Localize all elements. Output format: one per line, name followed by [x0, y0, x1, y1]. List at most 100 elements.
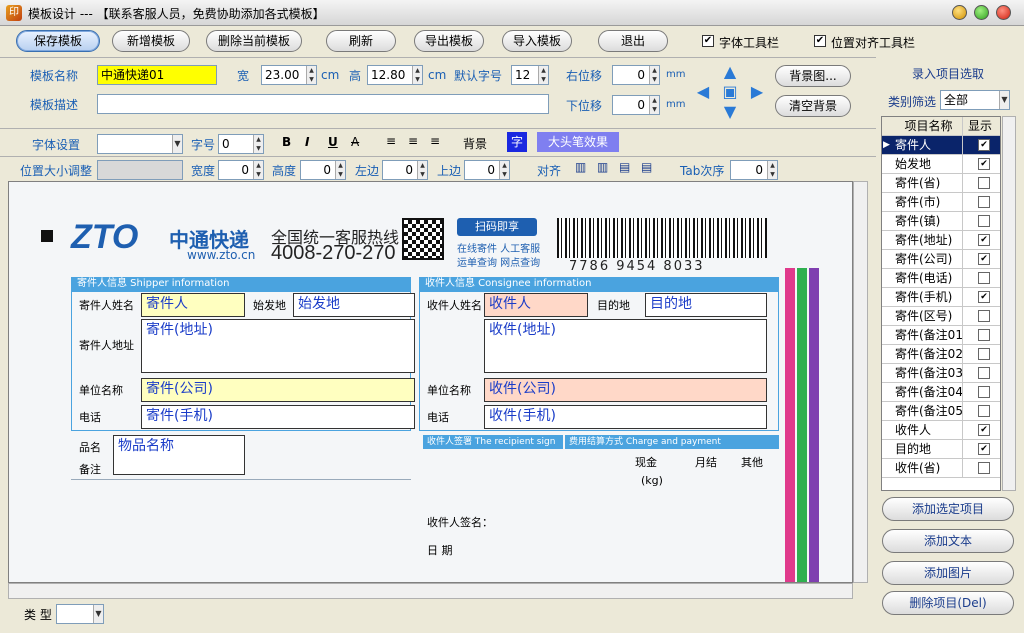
dropdown-arrow-icon[interactable]: ▼ — [172, 135, 182, 153]
grid-row[interactable]: 寄件(备注03) — [882, 364, 1000, 383]
grid-row-show-checkbox[interactable] — [978, 329, 990, 341]
spin-arrows-icon[interactable]: ▲ ▼ — [649, 66, 659, 84]
align-left-edges-icon[interactable]: ▥ — [575, 160, 586, 174]
grid-row-show-checkbox[interactable]: ✔ — [978, 253, 990, 265]
spin-arrows-icon[interactable]: ▲ ▼ — [649, 96, 659, 114]
grid-row[interactable]: 寄件(镇) — [882, 212, 1000, 231]
delete-template-button[interactable]: 删除当前模板 — [206, 30, 302, 52]
spin-arrows-icon[interactable]: ▲ ▼ — [335, 161, 345, 179]
grid-row-show-checkbox[interactable] — [978, 196, 990, 208]
grid-row-show-checkbox[interactable] — [978, 386, 990, 398]
exit-button[interactable]: 退出 — [598, 30, 668, 52]
field-sender[interactable]: 寄件人 — [141, 293, 245, 317]
align-bottom-icon[interactable]: ▤ — [619, 160, 630, 174]
grid-row-show-checkbox[interactable] — [978, 310, 990, 322]
grid-row-show-checkbox[interactable] — [978, 405, 990, 417]
align-toolbar-checkbox[interactable]: ✔ — [814, 35, 826, 47]
font-size-input[interactable]: 12 ▲ ▼ — [511, 65, 549, 85]
text-color-button[interactable]: 字 — [507, 132, 527, 152]
new-template-button[interactable]: 新增模板 — [112, 30, 190, 52]
dropdown-arrow-icon[interactable]: ▼ — [93, 605, 103, 623]
size-input[interactable]: 0 ▲ ▼ — [218, 134, 264, 154]
arrow-right-icon[interactable]: ▶ — [748, 83, 766, 101]
spin-arrows-icon[interactable]: ▲ ▼ — [767, 161, 777, 179]
height-input[interactable]: 12.80 ▲ ▼ — [367, 65, 423, 85]
bold-button[interactable]: B — [282, 135, 291, 149]
grid-row-show-checkbox[interactable]: ✔ — [978, 443, 990, 455]
field-sender-address[interactable]: 寄件(地址) — [141, 319, 415, 373]
vertical-scrollbar[interactable] — [853, 181, 868, 583]
grid-row[interactable]: 寄件(电话) — [882, 269, 1000, 288]
horizontal-scrollbar[interactable] — [8, 583, 853, 599]
close-button[interactable] — [996, 5, 1011, 20]
grid-row-show-checkbox[interactable]: ✔ — [978, 424, 990, 436]
spin-arrows-icon[interactable]: ▲ ▼ — [306, 66, 316, 84]
background-color-button[interactable]: 背景 — [463, 135, 487, 152]
pos-left-input[interactable]: 0 ▲ ▼ — [382, 160, 428, 180]
width-input[interactable]: 23.00 ▲ ▼ — [261, 65, 317, 85]
grid-row-show-checkbox[interactable]: ✔ — [978, 139, 990, 151]
category-filter-select[interactable]: 全部 ▼ — [940, 90, 1010, 110]
clear-background-button[interactable]: 清空背景 — [775, 95, 851, 117]
italic-button[interactable]: I — [305, 135, 309, 149]
template-canvas[interactable]: ZTO 中通快递 www.zto.cn 全国统一客服热线 4008-270-27… — [8, 181, 853, 583]
grid-row-show-checkbox[interactable]: ✔ — [978, 291, 990, 303]
spin-arrows-icon[interactable]: ▲ ▼ — [253, 135, 263, 153]
field-destination[interactable]: 目的地 — [645, 293, 767, 317]
grid-row-show-checkbox[interactable] — [978, 272, 990, 284]
arrow-down-icon[interactable]: ▼ — [721, 103, 739, 121]
field-receiver-address[interactable]: 收件(地址) — [484, 319, 767, 373]
field-receiver-company[interactable]: 收件(公司) — [484, 378, 767, 402]
type-select[interactable]: ▼ — [56, 604, 104, 624]
grid-scrollbar[interactable] — [1002, 116, 1016, 491]
template-name-input[interactable]: 中通快递01 — [97, 65, 217, 85]
spin-arrows-icon[interactable]: ▲ ▼ — [538, 66, 548, 84]
grid-row-show-checkbox[interactable] — [978, 348, 990, 360]
import-template-button[interactable]: 导入模板 — [502, 30, 572, 52]
tab-order-input[interactable]: 0 ▲ ▼ — [730, 160, 778, 180]
align-right-icon[interactable]: ≡ — [430, 134, 440, 148]
field-origin[interactable]: 始发地 — [293, 293, 415, 317]
grid-row[interactable]: 寄件(地址) ✔ — [882, 231, 1000, 250]
grid-row[interactable]: 收件人 ✔ — [882, 421, 1000, 440]
arrow-up-icon[interactable]: ▲ — [721, 63, 739, 81]
font-toolbar-checkbox[interactable]: ✔ — [702, 35, 714, 47]
grid-row[interactable]: 寄件(手机) ✔ — [882, 288, 1000, 307]
align-right-edges-icon[interactable]: ▥ — [597, 160, 608, 174]
align-center-icon[interactable]: ≡ — [408, 134, 418, 148]
pos-width-input[interactable]: 0 ▲ ▼ — [218, 160, 264, 180]
grid-row[interactable]: 寄件(备注05) — [882, 402, 1000, 421]
grid-row-show-checkbox[interactable] — [978, 462, 990, 474]
spin-arrows-icon[interactable]: ▲ ▼ — [417, 161, 427, 179]
pos-top-input[interactable]: 0 ▲ ▼ — [464, 160, 510, 180]
down-offset-input[interactable]: 0 ▲ ▼ — [612, 95, 660, 115]
grid-row-show-checkbox[interactable] — [978, 215, 990, 227]
maximize-button[interactable] — [974, 5, 989, 20]
field-sender-company[interactable]: 寄件(公司) — [141, 378, 415, 402]
spin-arrows-icon[interactable]: ▲ ▼ — [253, 161, 263, 179]
refresh-button[interactable]: 刷新 — [326, 30, 396, 52]
add-text-button[interactable]: 添加文本 — [882, 529, 1014, 553]
grid-row[interactable]: 寄件人 ✔ ▶ — [882, 136, 1000, 155]
pos-height-input[interactable]: 0 ▲ ▼ — [300, 160, 346, 180]
arrow-left-icon[interactable]: ◀ — [694, 83, 712, 101]
grid-row[interactable]: 目的地 ✔ — [882, 440, 1000, 459]
grid-row[interactable]: 寄件(市) — [882, 193, 1000, 212]
grid-row[interactable]: 始发地 ✔ — [882, 155, 1000, 174]
background-image-button[interactable]: 背景图... — [775, 65, 851, 87]
dropdown-arrow-icon[interactable]: ▼ — [999, 91, 1009, 109]
grid-row[interactable]: 寄件(省) — [882, 174, 1000, 193]
align-distribute-icon[interactable]: ▤ — [641, 160, 652, 174]
marker-effect-button[interactable]: 大头笔效果 — [537, 132, 619, 152]
grid-row[interactable]: 收件(省) — [882, 459, 1000, 478]
template-desc-input[interactable] — [97, 94, 549, 114]
spin-arrows-icon[interactable]: ▲ ▼ — [412, 66, 422, 84]
center-icon[interactable]: ▣ — [721, 83, 739, 101]
spin-arrows-icon[interactable]: ▲ ▼ — [499, 161, 509, 179]
minimize-button[interactable] — [952, 5, 967, 20]
grid-row[interactable]: 寄件(备注02) — [882, 345, 1000, 364]
field-sender-phone[interactable]: 寄件(手机) — [141, 405, 415, 429]
delete-item-button[interactable]: 删除项目(Del) — [882, 591, 1014, 615]
font-select[interactable]: ▼ — [97, 134, 183, 154]
save-template-button[interactable]: 保存模板 — [16, 30, 100, 52]
